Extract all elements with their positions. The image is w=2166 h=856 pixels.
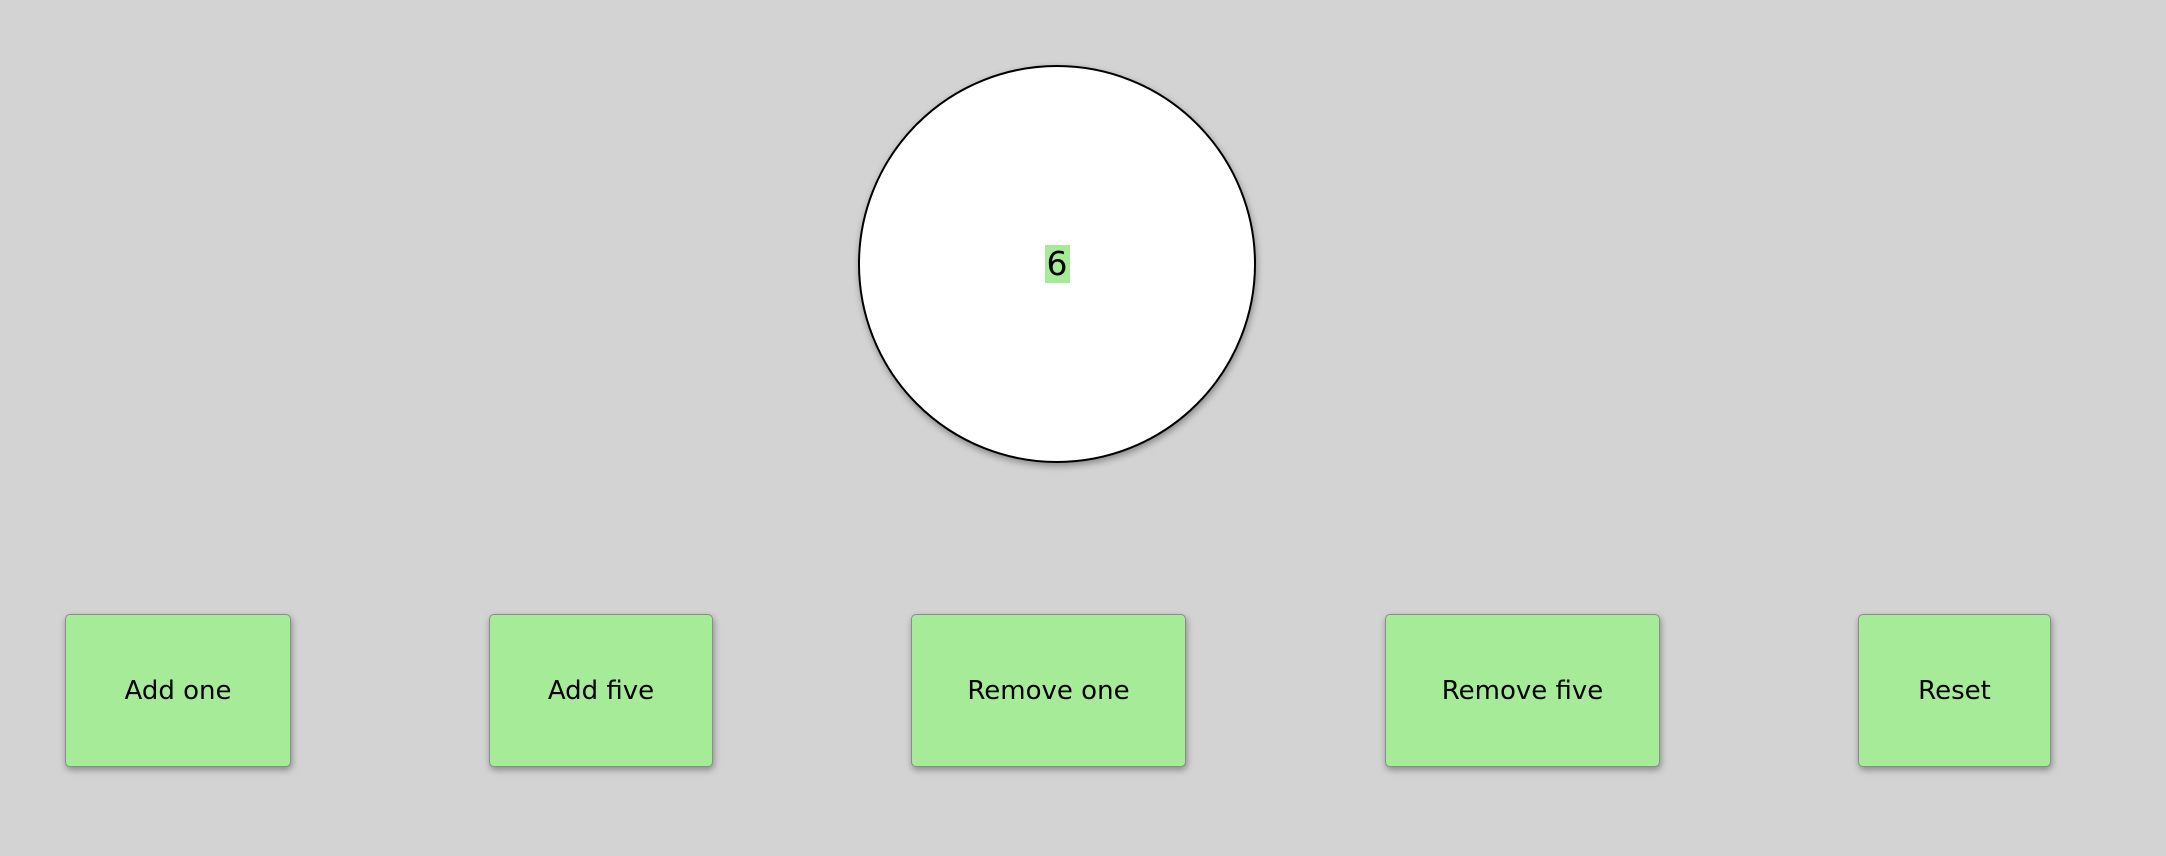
page: 6 Add one Add five Remove one Remove fiv… [0,0,2166,856]
counter-value: 6 [1044,244,1070,283]
remove-five-button[interactable]: Remove five [1385,614,1660,767]
reset-button[interactable]: Reset [1858,614,2051,767]
counter-circle: 6 [858,65,1256,463]
remove-one-button[interactable]: Remove one [911,614,1186,767]
add-one-button[interactable]: Add one [65,614,291,767]
add-five-button[interactable]: Add five [489,614,713,767]
